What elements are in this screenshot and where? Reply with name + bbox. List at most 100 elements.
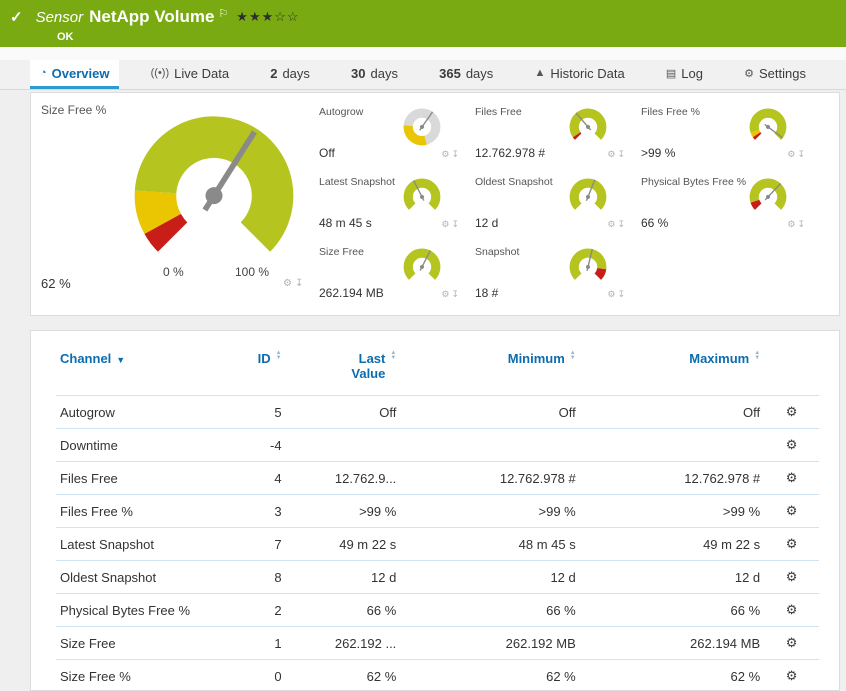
column-header-channel[interactable]: Channel ▼ (56, 341, 226, 396)
mini-gauge-oldest-snapshot: Oldest Snapshot 12 d ⚙↧ (475, 173, 631, 237)
gear-icon[interactable]: ⚙ (441, 149, 451, 159)
maximum-value: 262.194 MB (579, 626, 765, 660)
channel-id: -4 (225, 428, 286, 462)
mini-gauge-latest-snapshot: Latest Snapshot 48 m 45 s ⚙↧ (319, 173, 465, 237)
mini-gauge-files-free: Files Free 12.762.978 # ⚙↧ (475, 103, 631, 167)
pin-icon[interactable]: ↧ (617, 289, 627, 299)
pin-icon[interactable]: ↧ (451, 149, 461, 159)
channel-settings-cell: ⚙ (764, 626, 819, 660)
minimum-value: Off (400, 395, 580, 429)
column-header-id[interactable]: ID ▲ ▼ (226, 341, 286, 396)
mini-gauge-value: 262.194 MB (319, 286, 384, 300)
channel-id: 0 (225, 659, 286, 690)
last-value (285, 428, 401, 462)
mini-gauge-dial (749, 108, 787, 140)
gear-icon[interactable]: ⚙ (283, 278, 295, 289)
column-header-last[interactable]: Last Value ▲ ▼ (286, 341, 401, 396)
channel-settings-gear-icon[interactable]: ⚙ (786, 602, 798, 617)
pin-icon[interactable]: ↧ (797, 149, 807, 159)
gear-icon[interactable]: ⚙ (607, 149, 617, 159)
last-value: 12 d (285, 560, 401, 594)
gear-icon[interactable]: ⚙ (441, 219, 451, 229)
channel-table: Channel ▼ ID ▲ ▼ Last Value ▲ ▼ Minimum ▲ ▼ Maximum… (56, 341, 819, 690)
mini-gauge-actions: ⚙↧ (441, 289, 461, 300)
pin-icon[interactable]: ↧ (617, 149, 627, 159)
pin-icon[interactable]: ↧ (295, 278, 306, 289)
mini-gauge-dial (569, 178, 607, 210)
tab-number: 2 (270, 65, 278, 81)
channel-settings-gear-icon[interactable]: ⚙ (786, 437, 798, 452)
minimum-value: 48 m 45 s (400, 527, 580, 561)
maximum-value: >99 % (579, 494, 765, 528)
priority-stars[interactable]: ★★★☆☆ (236, 9, 299, 25)
maximum-value: Off (579, 395, 765, 429)
tab-settings[interactable]: ⚙ Settings (734, 60, 816, 89)
gear-icon[interactable]: ⚙ (787, 219, 797, 229)
minimum-value: 12.762.978 # (400, 461, 580, 495)
pin-icon[interactable]: ↧ (797, 219, 807, 229)
pin-icon[interactable]: ↧ (617, 219, 627, 229)
channel-settings-gear-icon[interactable]: ⚙ (786, 668, 798, 683)
pin-icon[interactable]: ↧ (451, 219, 461, 229)
flag-icon[interactable]: ⚐ (218, 7, 228, 20)
sensor-title: NetApp Volume (89, 7, 215, 26)
maximum-value: 12.762.978 # (579, 461, 765, 495)
channel-settings-gear-icon[interactable]: ⚙ (786, 569, 798, 584)
tab-label: days (370, 65, 398, 81)
mini-gauge-snapshot: Snapshot 18 # ⚙↧ (475, 243, 631, 307)
minimum-value: 262.192 MB (400, 626, 580, 660)
channel-settings-gear-icon[interactable]: ⚙ (786, 503, 798, 518)
sensor-kind-label: Sensor (35, 8, 84, 26)
mini-gauge-actions: ⚙↧ (607, 289, 627, 300)
tab-number: 30 (351, 65, 366, 81)
sort-icon: ▲ ▼ (390, 350, 397, 361)
minimum-value: 12 d (400, 560, 580, 594)
tab-label: Settings (759, 65, 806, 81)
mini-gauge-actions: ⚙↧ (787, 149, 807, 160)
gear-icon[interactable]: ⚙ (607, 289, 617, 299)
tab-historic-data[interactable]: ▲ Historic Data (524, 60, 634, 89)
channel-settings-gear-icon[interactable]: ⚙ (786, 635, 798, 650)
column-header-max[interactable]: Maximum ▲ ▼ (580, 341, 764, 396)
tab-label: Live Data (174, 65, 230, 81)
mini-gauge-value: 12.762.978 # (475, 146, 546, 160)
header-gap (0, 47, 846, 60)
column-header-label: Minimum (507, 351, 565, 366)
column-header-actions (764, 341, 819, 396)
gauge-max-label: 100 % (235, 265, 270, 279)
tab-365-days[interactable]: 365 days (429, 60, 503, 89)
tab-label: Historic Data (550, 65, 625, 81)
channel-settings-gear-icon[interactable]: ⚙ (786, 536, 798, 551)
channel-settings-gear-icon[interactable]: ⚙ (786, 404, 798, 419)
tab-2-days[interactable]: 2 days (260, 60, 320, 89)
tab-bar: ◔ Overview ((•)) Live Data 2 days 30 days 365 day… (0, 60, 846, 90)
channel-name: Physical Bytes Free % (56, 593, 226, 627)
sensor-status-badge: OK (57, 31, 74, 43)
tab-label: Log (681, 65, 703, 81)
tab-log[interactable]: ▤ Log (656, 60, 713, 89)
minimum-value: 62 % (400, 659, 580, 690)
tab-overview[interactable]: ◔ Overview (30, 60, 120, 89)
minimum-value: >99 % (400, 494, 580, 528)
channel-settings-cell: ⚙ (764, 527, 819, 561)
maximum-value (579, 428, 765, 462)
last-value: 262.192 ... (285, 626, 401, 660)
overview-icon: ◔ (40, 67, 47, 79)
pin-icon[interactable]: ↧ (451, 289, 461, 299)
channel-name: Files Free (56, 461, 226, 495)
gear-icon[interactable]: ⚙ (607, 219, 617, 229)
channel-settings-cell: ⚙ (764, 560, 819, 594)
tab-live-data[interactable]: ((•)) Live Data (141, 60, 239, 89)
primary-gauge-value: 62 % (41, 276, 71, 291)
last-value: 12.762.9... (285, 461, 401, 495)
gear-icon[interactable]: ⚙ (787, 149, 797, 159)
tab-30-days[interactable]: 30 days (341, 60, 408, 89)
channel-settings-gear-icon[interactable]: ⚙ (786, 470, 798, 485)
primary-gauge-actions: ⚙↧ (283, 278, 306, 289)
maximum-value: 12 d (579, 560, 765, 594)
gear-icon[interactable]: ⚙ (441, 289, 451, 299)
channel-id: 3 (225, 494, 286, 528)
column-header-min[interactable]: Minimum ▲ ▼ (400, 341, 579, 396)
channel-settings-cell: ⚙ (764, 593, 819, 627)
table-row: Physical Bytes Free % 2 66 % 66 % 66 % ⚙ (56, 593, 819, 627)
